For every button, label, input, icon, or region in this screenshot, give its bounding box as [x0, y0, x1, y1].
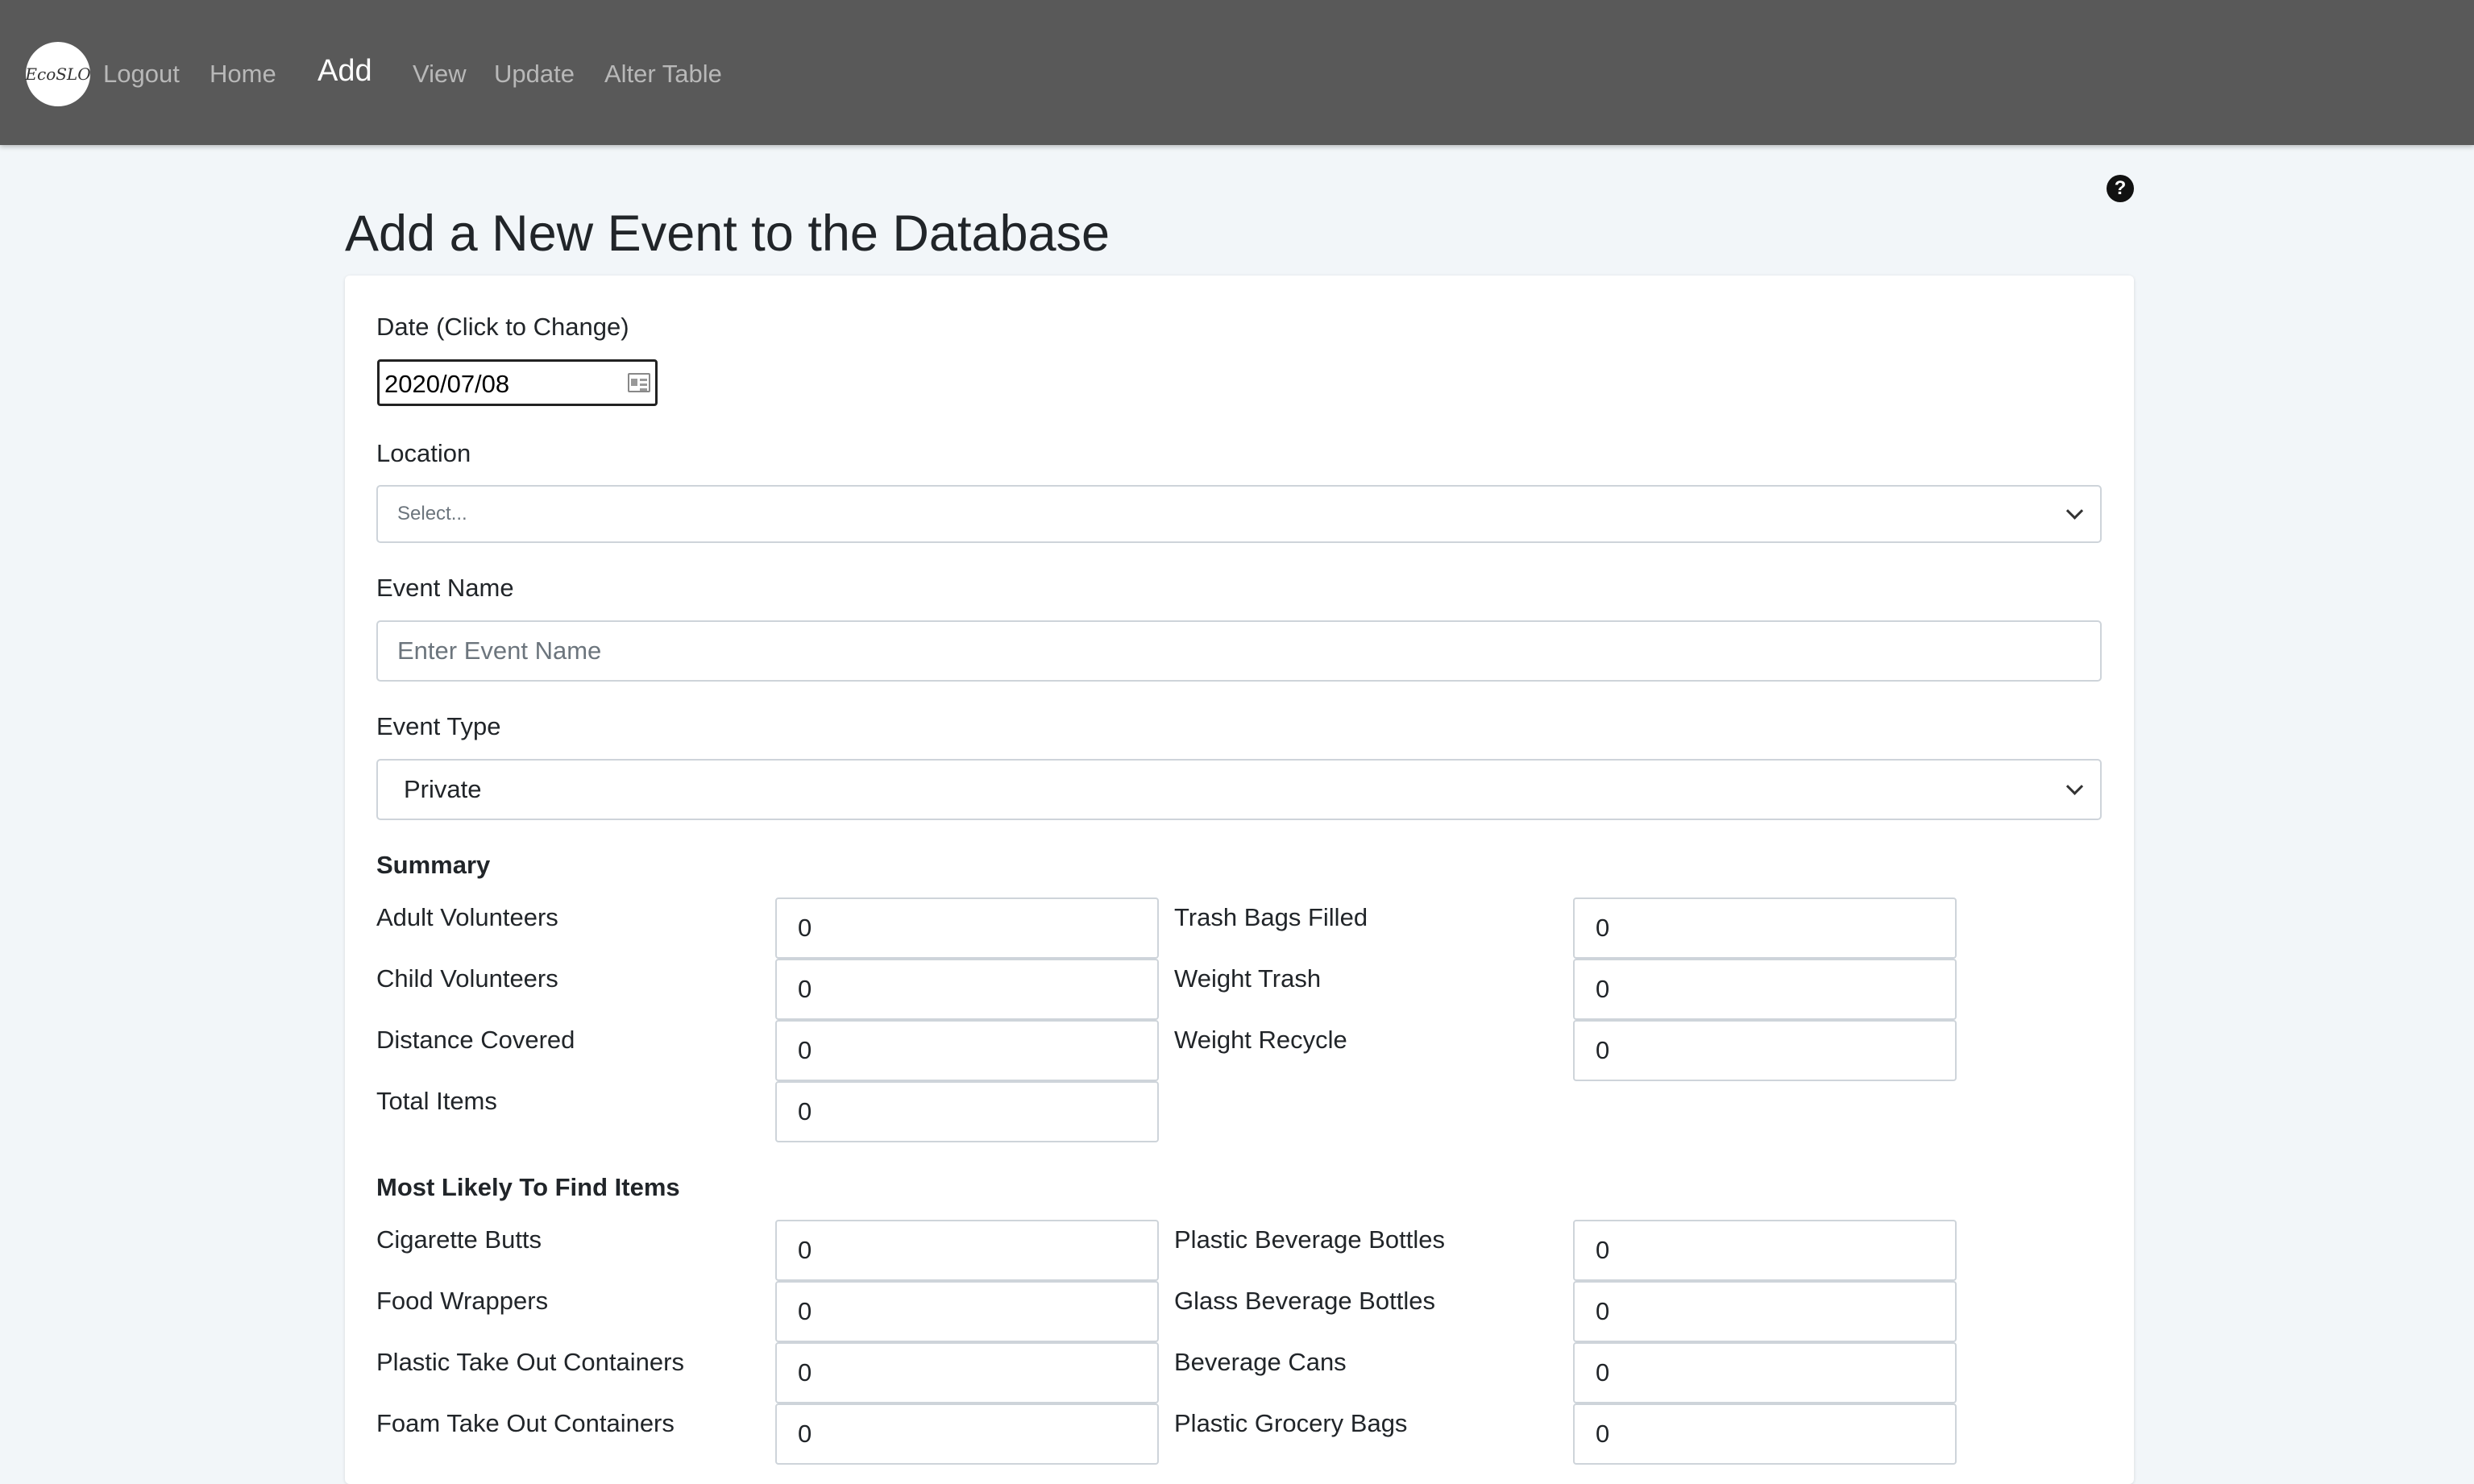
child-volunteers-input[interactable]: 0 [775, 959, 1159, 1020]
date-picker-input[interactable]: 2020/07/08 [377, 359, 658, 406]
event-name-placeholder: Enter Event Name [397, 636, 602, 665]
plastic-take-out-containers-label: Plastic Take Out Containers [376, 1348, 684, 1376]
plastic-beverage-bottles-input[interactable]: 0 [1573, 1220, 1957, 1281]
beverage-cans-value: 0 [1596, 1358, 1610, 1387]
nav-add-link[interactable]: Add [318, 55, 372, 87]
weight-trash-label: Weight Trash [1174, 964, 1322, 993]
question-circle-icon[interactable]: ? [2107, 175, 2134, 202]
beverage-cans-input[interactable]: 0 [1573, 1342, 1957, 1403]
plastic-beverage-bottles-value: 0 [1596, 1236, 1610, 1264]
page-title: Add a New Event to the Database [345, 205, 1110, 262]
child-volunteers-label: Child Volunteers [376, 964, 558, 993]
plastic-take-out-containers-input[interactable]: 0 [775, 1342, 1159, 1403]
food-wrappers-input[interactable]: 0 [775, 1281, 1159, 1342]
glass-beverage-bottles-value: 0 [1596, 1297, 1610, 1325]
foam-take-out-containers-value: 0 [798, 1420, 812, 1448]
plastic-take-out-containers-value: 0 [798, 1358, 812, 1387]
distance-covered-value: 0 [798, 1036, 812, 1064]
total-items-value: 0 [798, 1097, 812, 1125]
weight-trash-value: 0 [1596, 975, 1610, 1003]
chevron-down-icon [2065, 502, 2084, 520]
calendar-icon[interactable] [628, 373, 650, 392]
distance-covered-label: Distance Covered [376, 1026, 575, 1054]
top-navbar: EcoSLO Logout Home Add View Update Alter… [0, 0, 2474, 145]
foam-take-out-containers-input[interactable]: 0 [775, 1403, 1159, 1465]
beverage-cans-label: Beverage Cans [1174, 1348, 1347, 1376]
glass-beverage-bottles-label: Glass Beverage Bottles [1174, 1287, 1435, 1315]
location-select[interactable]: Select... [376, 485, 2102, 543]
ecoslo-logo[interactable]: EcoSLO [25, 42, 91, 106]
foam-take-out-containers-label: Foam Take Out Containers [376, 1409, 675, 1437]
plastic-beverage-bottles-label: Plastic Beverage Bottles [1174, 1225, 1446, 1254]
cigarette-butts-label: Cigarette Butts [376, 1225, 542, 1254]
summary-heading: Summary [376, 851, 491, 879]
plastic-grocery-bags-label: Plastic Grocery Bags [1174, 1409, 1408, 1437]
trash-bags-filled-input[interactable]: 0 [1573, 897, 1957, 959]
cigarette-butts-value: 0 [798, 1236, 812, 1264]
food-wrappers-value: 0 [798, 1297, 812, 1325]
location-label: Location [376, 439, 471, 467]
event-name-label: Event Name [376, 574, 514, 602]
nav-alter-table-link[interactable]: Alter Table [604, 58, 722, 90]
glass-beverage-bottles-input[interactable]: 0 [1573, 1281, 1957, 1342]
weight-trash-input[interactable]: 0 [1573, 959, 1957, 1020]
adult-volunteers-label: Adult Volunteers [376, 903, 558, 931]
food-wrappers-label: Food Wrappers [376, 1287, 549, 1315]
event-name-input[interactable]: Enter Event Name [376, 620, 2102, 682]
weight-recycle-label: Weight Recycle [1174, 1026, 1347, 1054]
likely-items-heading: Most Likely To Find Items [376, 1173, 680, 1201]
total-items-label: Total Items [376, 1087, 497, 1115]
plastic-grocery-bags-value: 0 [1596, 1420, 1610, 1448]
event-type-select[interactable]: Private [376, 759, 2102, 820]
distance-covered-input[interactable]: 0 [775, 1020, 1159, 1081]
cigarette-butts-input[interactable]: 0 [775, 1220, 1159, 1281]
nav-logout-link[interactable]: Logout [103, 58, 180, 90]
nav-view-link[interactable]: View [413, 58, 467, 90]
date-value: 2020/07/08 [384, 370, 510, 398]
child-volunteers-value: 0 [798, 975, 812, 1003]
plastic-grocery-bags-input[interactable]: 0 [1573, 1403, 1957, 1465]
event-type-label: Event Type [376, 712, 501, 740]
weight-recycle-value: 0 [1596, 1036, 1610, 1064]
event-type-value: Private [404, 775, 482, 803]
trash-bags-filled-label: Trash Bags Filled [1174, 903, 1368, 931]
adult-volunteers-input[interactable]: 0 [775, 897, 1159, 959]
adult-volunteers-value: 0 [798, 914, 812, 942]
weight-recycle-input[interactable]: 0 [1573, 1020, 1957, 1081]
nav-home-link[interactable]: Home [210, 58, 276, 90]
location-select-placeholder: Select... [397, 503, 467, 524]
chevron-down-icon [2065, 777, 2084, 795]
nav-update-link[interactable]: Update [494, 58, 575, 90]
total-items-input[interactable]: 0 [775, 1081, 1159, 1142]
trash-bags-filled-value: 0 [1596, 914, 1610, 942]
date-label: Date (Click to Change) [376, 313, 629, 341]
